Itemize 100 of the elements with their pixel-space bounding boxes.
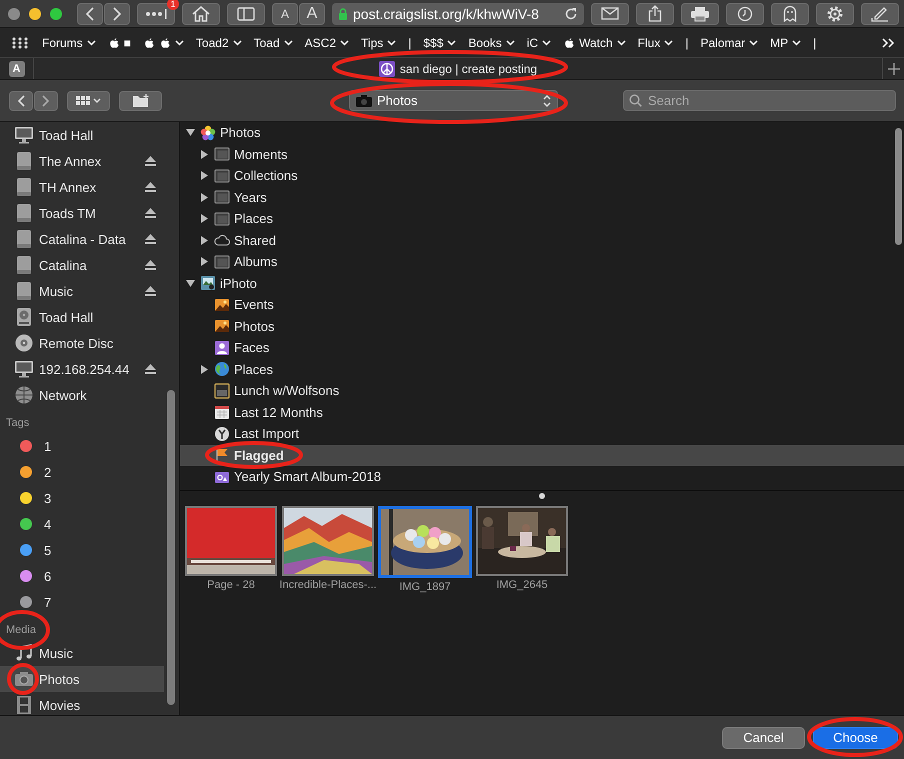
bookmark-item[interactable]: Watch [563, 36, 626, 50]
print-button[interactable] [681, 2, 719, 24]
bookmark-item[interactable]: Palomar [700, 36, 758, 50]
new-folder-button[interactable] [119, 90, 162, 110]
scrollbar-thumb[interactable] [167, 390, 175, 705]
bookmark-item[interactable]: Tips [361, 36, 396, 50]
search-field[interactable]: Search [623, 90, 896, 111]
sidebar-item[interactable]: Remote Disc [0, 330, 164, 356]
disclosure-down-icon[interactable] [186, 278, 195, 288]
sidebar-item[interactable]: Toads TM [0, 200, 164, 226]
tag-item[interactable]: 3 [0, 485, 164, 511]
sidebar-item[interactable]: Toad Hall [0, 304, 164, 330]
disclosure-right-icon[interactable] [200, 171, 209, 180]
zoom-window-button[interactable] [50, 8, 62, 20]
minimize-window-button[interactable] [29, 8, 41, 20]
home-button[interactable] [182, 2, 220, 24]
plus-icon[interactable] [888, 62, 900, 74]
disclosure-right-icon[interactable] [200, 364, 209, 374]
tree-item[interactable]: Photos [180, 122, 904, 144]
disclosure-right-icon[interactable] [200, 236, 209, 245]
tree-item[interactable]: Faces [180, 337, 904, 358]
compose-button[interactable] [861, 2, 899, 24]
eject-icon[interactable] [145, 286, 156, 296]
eject-icon[interactable] [145, 364, 156, 374]
location-popup[interactable]: Photos [349, 90, 558, 111]
back-button[interactable] [77, 2, 103, 24]
bookmark-item[interactable]: Flux [638, 36, 674, 50]
tab-favicon[interactable]: A [8, 60, 24, 76]
sidebar-item[interactable]: 192.168.254.44 [0, 356, 164, 382]
sidebar-item[interactable]: Toad Hall [0, 122, 164, 148]
tag-item[interactable]: 2 [0, 459, 164, 485]
tree-item[interactable]: Last 12 Months [180, 402, 904, 423]
mail-button[interactable] [591, 2, 629, 24]
bookmark-item[interactable]: Toad [254, 36, 293, 50]
bookmark-item[interactable]: iC [526, 36, 552, 50]
bookmark-item[interactable]: $$$ [423, 36, 456, 50]
splitter-handle[interactable] [539, 492, 545, 498]
tree-item[interactable]: Moments [180, 144, 904, 165]
grid-icon[interactable] [12, 36, 28, 48]
sidebar-item[interactable]: Music [0, 640, 164, 666]
url-field[interactable]: post.craigslist.org/k/khwWiV-8 [332, 2, 584, 24]
disclosure-right-icon[interactable] [200, 214, 209, 224]
sidebar-button[interactable] [227, 2, 265, 24]
forward-button[interactable] [34, 90, 58, 110]
view-options-button[interactable] [67, 90, 110, 110]
bookmark-item[interactable]: Toad2 [196, 36, 242, 50]
font-size-button[interactable]: A [272, 2, 298, 24]
tag-item[interactable]: 5 [0, 537, 164, 563]
tag-item[interactable]: 6 [0, 563, 164, 589]
settings-button[interactable] [816, 2, 854, 24]
close-window-button[interactable] [8, 8, 20, 20]
tree-item[interactable]: Years [180, 186, 904, 208]
browser-tab[interactable]: san diego | create posting [34, 60, 882, 76]
ghost-button[interactable] [771, 2, 809, 24]
tree-item[interactable]: iPhoto [180, 272, 904, 294]
tree-item[interactable]: Last Import [180, 423, 904, 444]
sidebar-item[interactable]: The Annex [0, 148, 164, 174]
sidebar-item[interactable]: Catalina - Data [0, 226, 164, 252]
tree-item[interactable]: Photos [180, 316, 904, 337]
sidebar-item[interactable]: Catalina [0, 252, 164, 278]
tag-item[interactable]: 7 [0, 589, 164, 615]
eject-icon[interactable] [145, 234, 156, 244]
bookmark-item[interactable]: Books [468, 36, 515, 50]
default-button[interactable]: Choose [813, 726, 898, 748]
sidebar-item[interactable]: Photos [0, 666, 164, 692]
history-button[interactable] [726, 2, 764, 24]
reload-icon[interactable] [564, 6, 578, 20]
tag-item[interactable]: 4 [0, 511, 164, 537]
sidebar-item[interactable]: Movies [0, 692, 164, 715]
sidebar-item[interactable]: TH Annex [0, 174, 164, 200]
eject-icon[interactable] [145, 208, 156, 218]
eject-icon[interactable] [145, 182, 156, 192]
eject-icon[interactable] [145, 156, 156, 166]
tree-item[interactable]: Places [180, 208, 904, 230]
tree-item[interactable]: Events [180, 294, 904, 316]
disclosure-right-icon[interactable] [200, 192, 209, 202]
share-button[interactable] [636, 2, 674, 24]
bookmark-item[interactable]: | [408, 36, 412, 50]
disclosure-right-icon[interactable] [200, 257, 209, 266]
bookmark-item[interactable]: | [685, 36, 688, 50]
disclosure-right-icon[interactable] [200, 150, 209, 159]
forward-button[interactable] [104, 2, 130, 24]
scrollbar-thumb[interactable] [895, 128, 902, 245]
sidebar-item[interactable]: Music [0, 278, 164, 304]
font-size-button[interactable]: A [299, 2, 325, 24]
eject-icon[interactable] [145, 260, 156, 270]
tag-item[interactable]: 1 [0, 433, 164, 459]
tree-item[interactable]: Lunch w/Wolfsons [180, 380, 904, 402]
bookmark-item[interactable]: ■ [108, 36, 131, 50]
sidebar-item[interactable]: Network [0, 382, 164, 408]
tree-item[interactable]: Yearly Smart Album-2018 [180, 466, 904, 488]
bookmark-item[interactable]: Forums [42, 36, 96, 50]
bookmark-item[interactable]: | [813, 36, 816, 50]
tree-item[interactable]: Collections [180, 165, 904, 186]
bookmark-item[interactable]: MP [770, 36, 802, 50]
disclosure-down-icon[interactable] [186, 128, 195, 138]
tree-item[interactable]: Flagged [180, 444, 904, 466]
back-button[interactable] [9, 90, 33, 110]
tree-item[interactable]: Places [180, 358, 904, 380]
bookmark-item[interactable] [142, 36, 184, 48]
